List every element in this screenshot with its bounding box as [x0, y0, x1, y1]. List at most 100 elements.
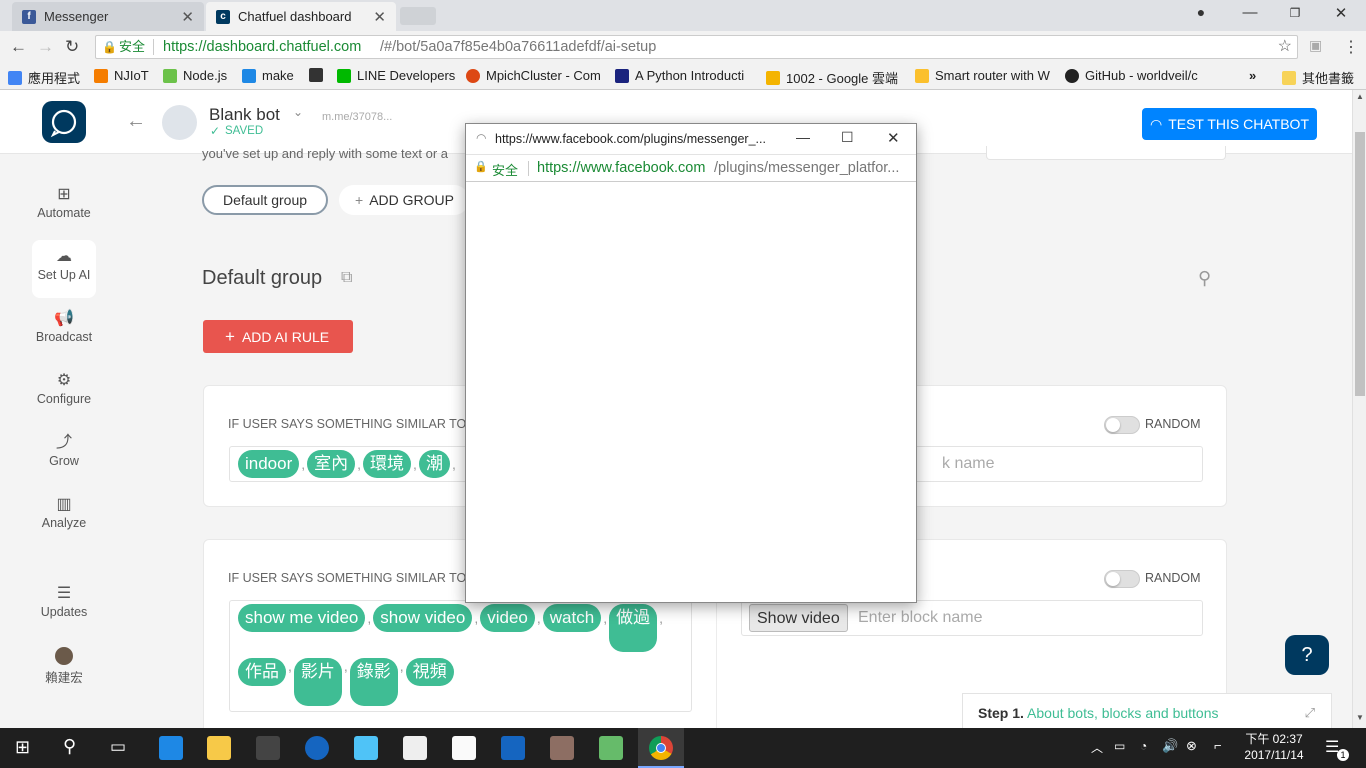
app-icon[interactable]: [501, 736, 525, 760]
close-tab-icon[interactable]: ✕: [373, 8, 386, 26]
block-chip[interactable]: Show video: [749, 604, 848, 632]
bookmark-github[interactable]: GitHub - worldveil/c: [1065, 68, 1203, 83]
back-icon[interactable]: ←: [10, 37, 27, 57]
bot-name[interactable]: Blank bot: [209, 105, 280, 125]
close-tab-icon[interactable]: ✕: [181, 8, 194, 26]
random-toggle[interactable]: [1104, 416, 1140, 434]
search-icon[interactable]: ⚲: [63, 736, 76, 757]
bookmark-nodejs[interactable]: Node.js: [163, 68, 233, 83]
add-group-button[interactable]: + ADD GROUP: [339, 185, 469, 215]
tab-messenger[interactable]: f Messenger ✕: [12, 2, 204, 31]
paint-icon[interactable]: [550, 736, 574, 760]
random-toggle[interactable]: [1104, 570, 1140, 588]
keyword-chip[interactable]: 環境: [363, 450, 412, 478]
bookmarks-more[interactable]: »: [1249, 68, 1256, 83]
input-method-icon[interactable]: ⌐: [1214, 738, 1222, 753]
windows-start-icon[interactable]: ⊞: [15, 737, 30, 758]
help-button[interactable]: ?: [1285, 635, 1329, 675]
extension-icon[interactable]: ▣: [1309, 37, 1322, 54]
keyword-chip[interactable]: 錄影: [349, 658, 398, 706]
sidebar-item-updates[interactable]: ☰ Updates: [32, 581, 96, 635]
monitor-icon[interactable]: [354, 736, 378, 760]
menu-icon[interactable]: ⋮: [1343, 37, 1359, 57]
sidebar-item-set-up-ai[interactable]: ☁ Set Up AI: [32, 240, 96, 298]
reload-icon[interactable]: ↻: [65, 37, 79, 57]
keyword-chip[interactable]: 室內: [307, 450, 356, 478]
new-tab-button[interactable]: [400, 7, 436, 25]
app-icon[interactable]: [599, 736, 623, 760]
url-field[interactable]: 🔒 安全 https://dashboard.chatfuel.com /#/b…: [95, 35, 1298, 59]
minimize-icon[interactable]: —: [796, 129, 810, 145]
app-icon[interactable]: [305, 736, 329, 760]
external-link-icon[interactable]: ⧉: [341, 269, 352, 287]
restore-icon[interactable]: ❐: [1285, 6, 1305, 20]
clock[interactable]: 下午 02:37 2017/11/14: [1238, 731, 1310, 763]
step-link[interactable]: About bots, blocks and buttons: [1027, 705, 1218, 721]
bookmark-gdrive[interactable]: 1002 - Google 雲端: [766, 68, 902, 87]
sidebar-item-grow[interactable]: ⤴ Grow: [32, 430, 96, 484]
bookmark-router[interactable]: Smart router with W: [915, 68, 1053, 83]
bookmark-other[interactable]: 其他書籤: [1282, 68, 1362, 87]
chrome-taskbar-item[interactable]: [638, 728, 684, 768]
bookmark-python[interactable]: A Python Introducti: [615, 68, 753, 83]
sidebar-item-user[interactable]: 賴建宏: [32, 643, 96, 697]
add-ai-rule-button[interactable]: + ADD AI RULE: [203, 320, 353, 353]
chevron-up-icon[interactable]: ︿: [1091, 739, 1103, 756]
forward-icon[interactable]: →: [37, 37, 54, 57]
keywords-field[interactable]: show me video, show video, video, watch, 做過,…: [229, 600, 692, 712]
messenger-link[interactable]: m.me/37078...: [322, 111, 392, 123]
maximize-icon[interactable]: ☐: [841, 129, 854, 146]
keyword-chip[interactable]: show me video: [238, 604, 366, 632]
keyword-chip[interactable]: 作品: [238, 658, 286, 686]
bookmark-njiot[interactable]: NJIoT: [94, 68, 156, 83]
scroll-thumb[interactable]: [1355, 132, 1365, 396]
scroll-up-icon[interactable]: ▲: [1356, 92, 1364, 101]
block-name-input[interactable]: Show video Enter block name: [741, 600, 1203, 636]
keyword-chip[interactable]: watch: [542, 604, 602, 632]
bookmark-apps[interactable]: 應用程式: [8, 68, 86, 87]
close-window-icon[interactable]: ✕: [1331, 4, 1351, 22]
store-icon[interactable]: [256, 736, 280, 760]
battery-icon[interactable]: ▭: [1114, 739, 1125, 753]
group-title[interactable]: Default group: [202, 267, 322, 290]
expand-icon[interactable]: ⤢: [1305, 694, 1315, 728]
onboarding-panel[interactable]: Step 1. About bots, blocks and buttons ⤢: [962, 693, 1332, 728]
popup-address-bar[interactable]: 🔒 安全 https://www.facebook.com /plugins/m…: [466, 154, 916, 182]
minimize-icon[interactable]: —: [1240, 4, 1260, 21]
keyword-chip[interactable]: 視頻: [405, 658, 454, 686]
back-arrow-icon[interactable]: ←: [126, 110, 146, 133]
sidebar-item-configure[interactable]: ⚙ Configure: [32, 368, 96, 422]
search-icon[interactable]: ⚲: [1198, 268, 1211, 289]
chatfuel-logo[interactable]: [42, 101, 86, 143]
volume-icon[interactable]: 🔊: [1162, 738, 1178, 754]
bookmark-cat[interactable]: [309, 68, 329, 82]
edge-icon[interactable]: [159, 736, 183, 760]
bookmark-line[interactable]: LINE Developers: [337, 68, 455, 83]
bookmark-mpich[interactable]: MpichCluster - Com: [466, 68, 602, 83]
keyword-chip[interactable]: video: [480, 604, 535, 632]
sidebar-item-automate[interactable]: ⊞ Automate: [32, 182, 96, 236]
test-chatbot-button[interactable]: ◠ TEST THIS CHATBOT: [1142, 108, 1317, 140]
keyword-chip[interactable]: show video: [373, 604, 473, 632]
star-icon[interactable]: ☆: [1278, 36, 1292, 58]
network-off-icon[interactable]: ⊗: [1186, 738, 1197, 754]
sidebar-item-broadcast[interactable]: 📢 Broadcast: [32, 306, 96, 360]
page-scrollbar[interactable]: ▲ ▼: [1352, 90, 1366, 728]
keyword-chip[interactable]: indoor: [238, 450, 300, 478]
home-icon[interactable]: [403, 736, 427, 760]
group-tab-default[interactable]: Default group: [202, 185, 328, 215]
profile-icon[interactable]: ●: [1191, 4, 1211, 20]
file-explorer-icon[interactable]: [207, 736, 231, 760]
keyword-chip[interactable]: 做過: [609, 604, 658, 652]
wifi-icon[interactable]: ◔: [1140, 739, 1147, 753]
sidebar-item-analyze[interactable]: ▥ Analyze: [32, 492, 96, 546]
document-icon[interactable]: [452, 736, 476, 760]
keyword-chip[interactable]: 影片: [293, 658, 342, 706]
keyword-chip[interactable]: 潮: [418, 450, 450, 478]
tab-chatfuel[interactable]: c Chatfuel dashboard ✕: [206, 2, 396, 31]
task-view-icon[interactable]: ▭: [110, 737, 126, 757]
chevron-down-icon[interactable]: ⌄: [293, 105, 303, 119]
bookmark-make[interactable]: make: [242, 68, 302, 83]
close-icon[interactable]: ✕: [887, 129, 900, 147]
scroll-down-icon[interactable]: ▼: [1356, 713, 1364, 722]
